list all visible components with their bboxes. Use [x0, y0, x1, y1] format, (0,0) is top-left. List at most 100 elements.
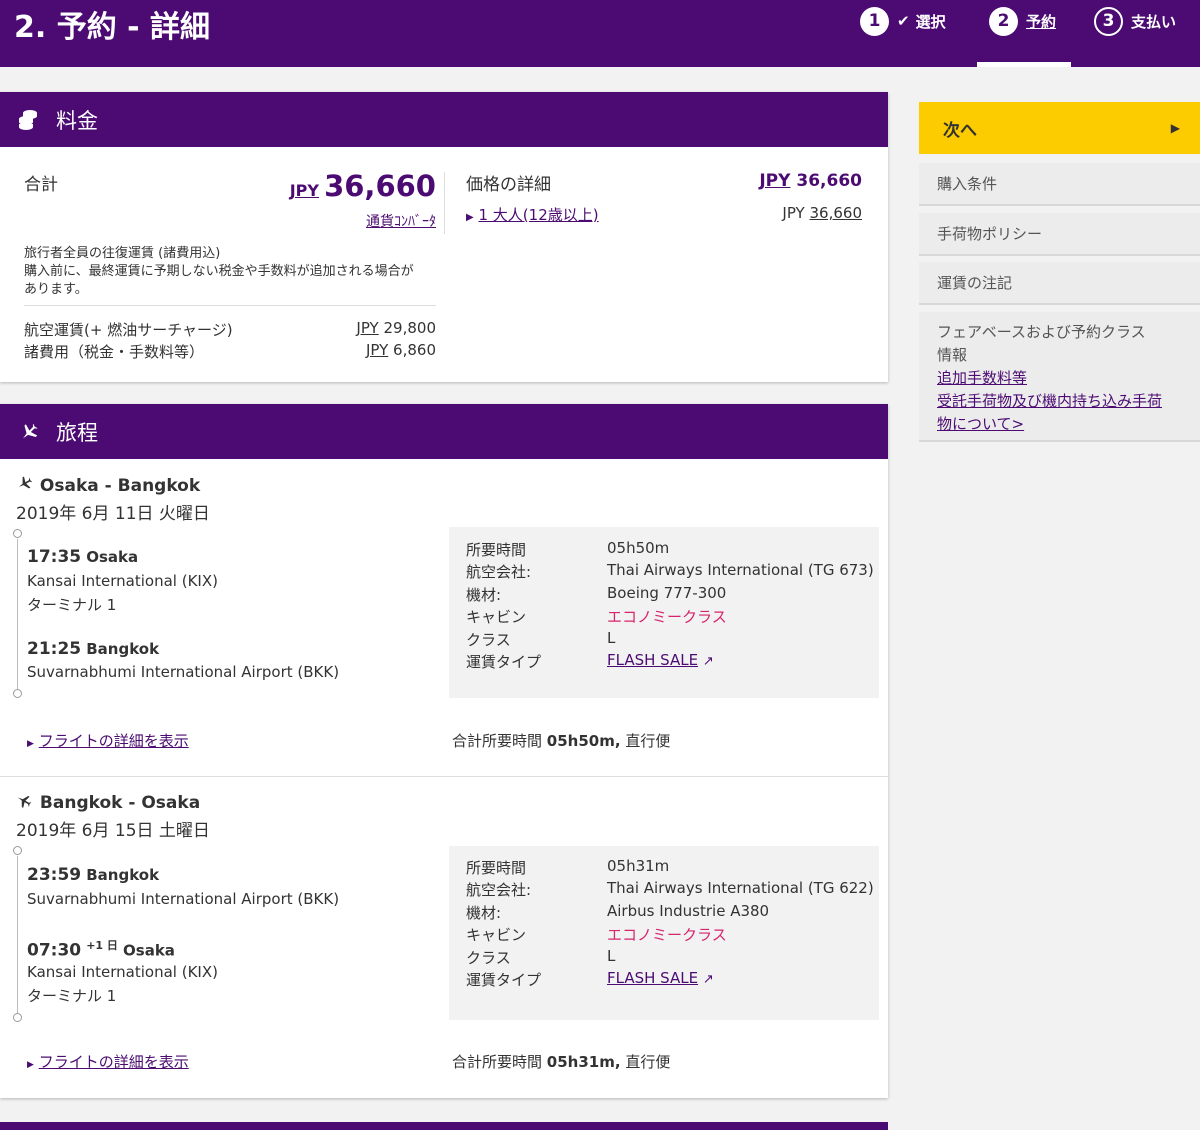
step-select[interactable]: 1 ✔ 選択: [860, 6, 946, 36]
extra-fees-link[interactable]: 追加手数料等: [937, 367, 1182, 390]
show-flight-details[interactable]: ▶ フライトの詳細を表示: [27, 1051, 189, 1072]
checked-baggage-link[interactable]: 物について>: [937, 413, 1182, 436]
currency-converter-link[interactable]: 通貨ｺﾝﾊﾞｰﾀ: [366, 211, 436, 231]
step-label: 支払い: [1131, 12, 1177, 31]
page-title: 2. 予約 - 詳細: [14, 10, 211, 45]
dep-city: Bangkok: [86, 866, 160, 884]
airline-value: Thai Airways International (TG 622): [607, 879, 874, 897]
flight-date: 2019年 6月 11日 火曜日: [16, 504, 210, 524]
arrival-time: 21:25 Bangkok: [27, 639, 159, 659]
passenger-toggle[interactable]: ▶ 1 大人(12歳以上): [466, 204, 599, 225]
arriving-plane-icon: [16, 792, 34, 813]
timeline-end-dot: [13, 1013, 22, 1022]
dep-time: 17:35: [27, 547, 82, 567]
pax-currency: JPY: [782, 204, 805, 222]
route-text: Osaka - Bangkok: [39, 476, 201, 496]
nonstop-label: 直行便: [625, 732, 671, 750]
arrival-terminal: ターミナル 1: [27, 987, 117, 1005]
fare-type-link[interactable]: FLASH SALE ↗: [607, 969, 714, 987]
fare-note: 旅行者全員の往復運賃 (諸費用込) 購入前に、最終運賃に予期しない税金や手数料が…: [24, 245, 436, 299]
itinerary-panel-header: 旅程: [0, 404, 888, 459]
show-details-label: フライトの詳細を表示: [38, 732, 189, 750]
next-day-marker: +1 日: [86, 939, 118, 952]
class-label: クラス: [466, 949, 511, 967]
fare-basis-text: フェアベースおよび予約クラス: [937, 323, 1146, 341]
departure-time: 17:35 Osaka: [27, 547, 138, 567]
total-duration-value: 05h50m,: [546, 732, 621, 750]
fees-amount: JPY 6,860: [366, 341, 436, 359]
baggage-policy-button[interactable]: 手荷物ポリシー: [919, 213, 1200, 256]
checked-baggage-link[interactable]: 受託手荷物及び機内持ち込み手荷: [937, 390, 1182, 413]
fare-note-line: 旅行者全員の往復運賃 (諸費用込): [24, 246, 221, 261]
step-booking[interactable]: 2 予約: [989, 6, 1056, 36]
next-label: 次へ: [943, 120, 977, 141]
fare-type-link[interactable]: FLASH SALE ↗: [607, 651, 714, 669]
aircraft-label: 機材:: [466, 586, 502, 604]
airfare-currency: JPY: [356, 319, 379, 337]
fare-panel-header: 料金: [0, 92, 888, 147]
cabin-value: エコノミークラス: [607, 926, 727, 944]
step-label: 選択: [915, 12, 946, 31]
coins-icon: [16, 109, 40, 131]
total-label: 合計: [24, 175, 58, 195]
fees-currency: JPY: [365, 341, 389, 359]
timeline-end-dot: [13, 689, 22, 698]
fare-heading: 料金: [56, 108, 98, 133]
duration-label: 所要時間: [466, 541, 527, 559]
price-details-label: 価格の詳細: [466, 175, 551, 195]
fees-label: 諸費用（税金・手数料等）: [24, 343, 205, 361]
airfare-value: 29,800: [383, 319, 437, 337]
aircraft-label: 機材:: [466, 904, 502, 922]
fare-total-section: 合計 JPY 36,660 通貨ｺﾝﾊﾞｰﾀ 旅行者全員の往復運賃 (諸費用込)…: [24, 147, 436, 382]
detail-value: 36,660: [796, 171, 862, 191]
fare-basis-text: 情報: [937, 346, 968, 364]
route-title: Bangkok - Osaka: [16, 792, 200, 813]
fare-basis-info: フェアベースおよび予約クラス 情報 追加手数料等 受託手荷物及び機内持ち込み手荷…: [919, 312, 1200, 442]
total-amount: JPY 36,660: [290, 169, 436, 203]
purchase-terms-button[interactable]: 購入条件: [919, 163, 1200, 206]
fare-notes-button[interactable]: 運賃の注記: [919, 262, 1200, 305]
fare-notes-label: 運賃の注記: [937, 274, 1013, 292]
total-duration: 合計所要時間 05h31m, 直行便: [452, 1051, 670, 1072]
caret-right-icon: ▶: [1170, 121, 1180, 135]
arr-time: 07:30: [27, 940, 82, 961]
next-button[interactable]: 次へ ▶: [919, 102, 1200, 154]
step-number: 1: [860, 6, 889, 36]
purchase-terms-label: 購入条件: [937, 175, 998, 193]
caret-right-icon: ▶: [27, 739, 34, 749]
next-panel-header: [0, 1122, 888, 1130]
class-label: クラス: [466, 631, 511, 649]
departure-airport: Suvarnabhumi International Airport (BKK): [27, 890, 340, 908]
airplane-icon: [16, 422, 40, 442]
departure-airport: Kansai International (KIX): [27, 572, 218, 590]
cabin-label: キャビン: [466, 926, 527, 944]
duration-value: 05h50m: [607, 539, 670, 557]
total-currency: JPY: [289, 181, 319, 200]
arr-city: Bangkok: [86, 640, 160, 658]
active-step-indicator: [977, 62, 1071, 67]
fare-note-line: あります。: [24, 282, 88, 297]
cabin-label: キャビン: [466, 608, 527, 626]
show-flight-details[interactable]: ▶ フライトの詳細を表示: [27, 730, 189, 751]
route-title: Osaka - Bangkok: [16, 475, 200, 496]
arr-time: 21:25: [27, 639, 82, 659]
aircraft-value: Boeing 777-300: [607, 584, 727, 602]
caret-right-icon: ▶: [466, 212, 474, 223]
show-details-label: フライトの詳細を表示: [38, 1053, 189, 1071]
aircraft-value: Airbus Industrie A380: [607, 902, 770, 920]
departure-time: 23:59 Bangkok: [27, 865, 159, 885]
detail-currency: JPY: [759, 171, 791, 191]
route-text: Bangkok - Osaka: [39, 793, 201, 813]
arrival-airport: Kansai International (KIX): [27, 963, 218, 981]
fare-type-text: FLASH SALE: [607, 651, 699, 669]
class-value: L: [607, 629, 616, 647]
step-number: 2: [989, 6, 1018, 36]
airline-label: 航空会社:: [466, 563, 532, 581]
divider: [24, 305, 436, 306]
baggage-policy-label: 手荷物ポリシー: [937, 225, 1043, 243]
step-payment[interactable]: 3 支払い: [1094, 6, 1176, 36]
timeline-start-dot: [13, 846, 22, 855]
total-duration-value: 05h31m,: [546, 1053, 621, 1071]
dep-city: Osaka: [86, 548, 139, 566]
passenger-label: 1 大人(12歳以上): [478, 206, 599, 224]
